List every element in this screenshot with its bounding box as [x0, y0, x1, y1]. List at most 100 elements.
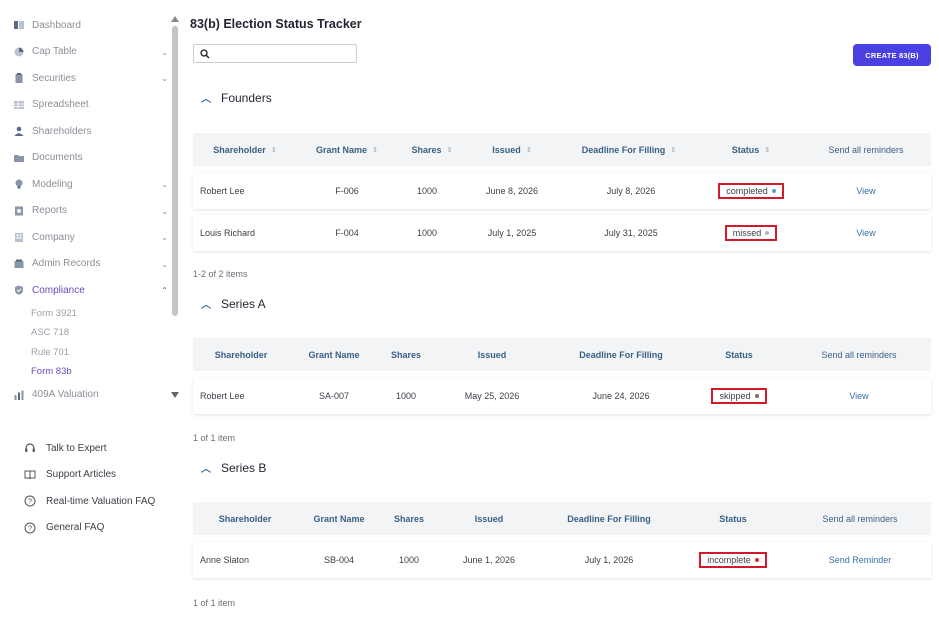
- sidebar-item-label: Compliance: [32, 284, 85, 296]
- cell-shareholder: Robert Lee: [200, 391, 245, 401]
- sidebar-nav: Dashboard Cap Table ⌄ Securities ⌄ Sprea…: [0, 12, 172, 408]
- chevron-down-icon[interactable]: ⌄: [161, 48, 168, 57]
- column-header-deadline[interactable]: Deadline For Filling: [541, 502, 677, 535]
- help-item-realtime-valuation-faq[interactable]: ? Real-time Valuation FAQ: [0, 488, 185, 515]
- sidebar-subitem-form-3921[interactable]: Form 3921: [0, 304, 172, 324]
- column-header-status[interactable]: Status: [677, 502, 789, 535]
- column-header-grant-name[interactable]: Grant Name ⇕: [297, 133, 397, 166]
- column-header-shareholder[interactable]: Shareholder: [193, 502, 297, 535]
- cell-grant-name: F-004: [335, 228, 359, 238]
- cell-shares: 1000: [395, 391, 417, 401]
- admin-icon: [14, 259, 24, 269]
- sidebar-item-securities[interactable]: Securities ⌄: [0, 65, 172, 92]
- chevron-up-icon[interactable]: ︿: [201, 460, 211, 475]
- send-reminder-link[interactable]: Send Reminder: [829, 555, 892, 565]
- cell-status: skipped: [691, 378, 787, 414]
- sidebar-item-documents[interactable]: Documents: [0, 145, 172, 172]
- cell-issued: July 1, 2025: [487, 228, 537, 238]
- section-header[interactable]: ︿ Founders: [201, 90, 272, 106]
- column-header-status[interactable]: Status: [691, 338, 787, 371]
- chevron-down-icon[interactable]: ⌄: [161, 207, 168, 216]
- help-item-general-faq[interactable]: ? General FAQ: [0, 515, 185, 542]
- sidebar-item-spreadsheet[interactable]: Spreadsheet: [0, 92, 172, 119]
- sidebar-item-label: Admin Records: [32, 258, 101, 270]
- sidebar-subitem-asc-718[interactable]: ASC 718: [0, 323, 172, 343]
- column-header-deadline[interactable]: Deadline For Filling ⇕: [557, 133, 701, 166]
- column-header-status[interactable]: Status ⇕: [701, 133, 801, 166]
- cell-grant-name: SA-007: [318, 391, 350, 401]
- sidebar-item-compliance[interactable]: Compliance ⌃: [0, 277, 172, 304]
- status-badge: missed: [724, 225, 778, 241]
- column-header-deadline[interactable]: Deadline For Filling: [551, 338, 691, 371]
- chevron-down-icon[interactable]: ⌄: [161, 233, 168, 242]
- column-header-grant-name[interactable]: Grant Name: [297, 502, 381, 535]
- sidebar-scrollbar[interactable]: [171, 16, 179, 398]
- table-header: Shareholder ⇕ Grant Name ⇕ Shares ⇕ Issued ⇕…: [193, 133, 931, 166]
- search-input[interactable]: [214, 46, 352, 61]
- sort-icon[interactable]: ⇕: [670, 146, 676, 154]
- sort-icon[interactable]: ⇕: [271, 146, 277, 154]
- sidebar-item-label: Cap Table: [32, 46, 77, 58]
- chevron-down-icon[interactable]: ⌄: [161, 260, 168, 269]
- sidebar-subitem-rule-701[interactable]: Rule 701: [0, 343, 172, 363]
- column-header-grant-name[interactable]: Grant Name: [289, 338, 379, 371]
- status-badge: completed: [718, 183, 784, 199]
- column-header-label: Status: [731, 144, 760, 155]
- chevron-up-icon[interactable]: ︿: [201, 90, 211, 105]
- sidebar-item-company[interactable]: Company ⌄: [0, 224, 172, 251]
- sidebar-item-409a-valuation[interactable]: 409A Valuation: [0, 382, 172, 409]
- section-header[interactable]: ︿ Series B: [201, 460, 266, 476]
- column-header-issued[interactable]: Issued: [433, 338, 551, 371]
- chevron-down-icon[interactable]: ⌄: [161, 180, 168, 189]
- cell-deadline: July 1, 2026: [584, 555, 634, 565]
- status-label: skipped: [719, 391, 751, 401]
- view-link[interactable]: View: [849, 391, 868, 401]
- sort-icon[interactable]: ⇕: [764, 146, 770, 154]
- help-item-talk-to-expert[interactable]: Talk to Expert: [0, 435, 185, 462]
- sidebar-item-reports[interactable]: Reports ⌄: [0, 198, 172, 225]
- section-title: Founders: [221, 90, 272, 105]
- view-link[interactable]: View: [856, 186, 875, 196]
- chevron-down-icon[interactable]: ⌄: [161, 74, 168, 83]
- help-item-label: Real-time Valuation FAQ: [46, 495, 156, 507]
- status-badge: skipped: [711, 388, 767, 404]
- column-header-shareholder[interactable]: Shareholder ⇕: [193, 133, 297, 166]
- create-83b-button[interactable]: CREATE 83(B): [853, 44, 931, 66]
- column-header-shareholder[interactable]: Shareholder: [193, 338, 289, 371]
- column-header-issued[interactable]: Issued: [437, 502, 541, 535]
- bar-chart-icon: [14, 390, 24, 400]
- sidebar-item-label: Modeling: [32, 178, 73, 190]
- column-header-shares[interactable]: Shares: [381, 502, 437, 535]
- sort-icon[interactable]: ⇕: [447, 146, 453, 154]
- column-header-shares[interactable]: Shares ⇕: [397, 133, 467, 166]
- sort-icon[interactable]: ⇕: [526, 146, 532, 154]
- sidebar-item-cap-table[interactable]: Cap Table ⌄: [0, 39, 172, 66]
- cell-grant-name: SB-004: [323, 555, 355, 565]
- search-box[interactable]: [193, 44, 357, 63]
- sort-icon[interactable]: ⇕: [372, 146, 378, 154]
- section-header[interactable]: ︿ Series A: [201, 296, 266, 312]
- chevron-up-icon[interactable]: ⌃: [161, 286, 168, 295]
- cell-status: incomplete: [677, 542, 789, 578]
- scroll-thumb[interactable]: [172, 26, 178, 316]
- svg-text:?: ?: [28, 523, 32, 532]
- sidebar-item-shareholders[interactable]: Shareholders: [0, 118, 172, 145]
- table-header: Shareholder Grant Name Shares Issued Dea…: [193, 502, 931, 535]
- view-link[interactable]: View: [856, 228, 875, 238]
- book-icon: [24, 469, 36, 481]
- cell-shareholder: Robert Lee: [200, 186, 245, 196]
- send-all-reminders-link[interactable]: Send all reminders: [789, 502, 931, 535]
- send-all-reminders-link[interactable]: Send all reminders: [787, 338, 931, 371]
- chevron-up-icon[interactable]: ︿: [201, 296, 211, 311]
- scroll-down-arrow-icon[interactable]: [171, 392, 179, 398]
- help-item-support-articles[interactable]: Support Articles: [0, 462, 185, 489]
- sidebar-subitem-form-83b[interactable]: Form 83b: [0, 362, 172, 382]
- sidebar-item-modeling[interactable]: Modeling ⌄: [0, 171, 172, 198]
- sidebar-item-admin-records[interactable]: Admin Records ⌄: [0, 251, 172, 278]
- column-header-shares[interactable]: Shares: [379, 338, 433, 371]
- scroll-up-arrow-icon[interactable]: [171, 16, 179, 22]
- column-header-issued[interactable]: Issued ⇕: [467, 133, 557, 166]
- sidebar-item-dashboard[interactable]: Dashboard: [0, 12, 172, 39]
- status-dot: [754, 558, 759, 562]
- send-all-reminders-link[interactable]: Send all reminders: [801, 133, 931, 166]
